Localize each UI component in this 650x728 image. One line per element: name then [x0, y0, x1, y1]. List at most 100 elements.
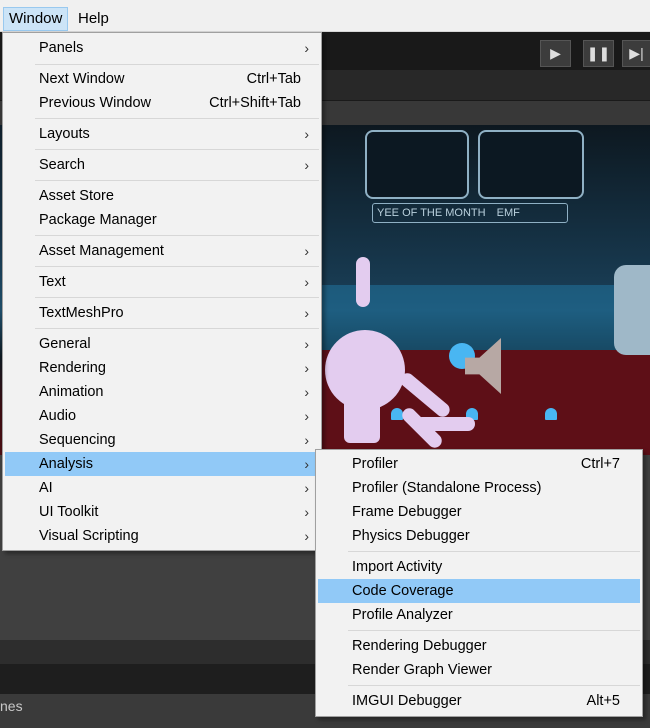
menu-item-textmeshpro[interactable]: TextMeshPro › — [5, 301, 319, 325]
scene-right-panel — [614, 265, 650, 355]
menu-item-analysis[interactable]: Analysis › — [5, 452, 319, 476]
menu-separator — [35, 235, 319, 236]
window-menu: Panels › Next Window Ctrl+Tab Previous Win… — [2, 32, 322, 551]
menu-item-label: UI Toolkit — [39, 504, 99, 520]
menu-item-label: Visual Scripting — [39, 528, 139, 544]
menu-item-search[interactable]: Search › — [5, 153, 319, 177]
menu-item-rendering[interactable]: Rendering › — [5, 356, 319, 380]
menu-item-label: Profiler (Standalone Process) — [352, 480, 542, 496]
menu-item-audio[interactable]: Audio › — [5, 404, 319, 428]
menu-item-label: AI — [39, 480, 53, 496]
chevron-right-icon: › — [304, 336, 309, 352]
wall-sign: YEE OF THE MONTH EMF — [372, 203, 568, 223]
menu-help[interactable]: Help — [73, 8, 114, 30]
menu-item-label: Frame Debugger — [352, 504, 462, 520]
pause-icon[interactable]: ❚❚ — [583, 40, 614, 67]
menu-item-label: Animation — [39, 384, 104, 400]
menu-separator — [35, 64, 319, 65]
chevron-right-icon: › — [304, 40, 309, 56]
menu-item-ui-toolkit[interactable]: UI Toolkit › — [5, 500, 319, 524]
menu-item-label: TextMeshPro — [39, 305, 124, 321]
chevron-right-icon: › — [304, 384, 309, 400]
menu-item-label: Render Graph Viewer — [352, 662, 492, 678]
menu-item-previous-window[interactable]: Previous Window Ctrl+Shift+Tab — [5, 91, 319, 115]
chevron-right-icon: › — [304, 432, 309, 448]
step-icon[interactable]: ▶| — [622, 40, 650, 67]
chevron-right-icon: › — [304, 305, 309, 321]
menu-item-animation[interactable]: Animation › — [5, 380, 319, 404]
chevron-right-icon: › — [304, 274, 309, 290]
menu-item-label: Rendering Debugger — [352, 638, 487, 654]
menu-item-label: Search — [39, 157, 85, 173]
menu-item-label: IMGUI Debugger — [352, 693, 462, 709]
menu-item-text[interactable]: Text › — [5, 270, 319, 294]
chevron-right-icon: › — [304, 456, 309, 472]
menu-item-label: Panels — [39, 40, 84, 56]
menu-item-shortcut: Alt+5 — [586, 693, 620, 709]
menu-item-label: Asset Management — [39, 243, 164, 259]
menu-separator — [348, 630, 640, 631]
light-probe-icon[interactable] — [545, 408, 557, 420]
wall-sign-text-2: EMF — [496, 207, 520, 219]
chevron-right-icon: › — [304, 528, 309, 544]
chevron-right-icon: › — [304, 480, 309, 496]
menu-item-frame-debugger[interactable]: Frame Debugger — [318, 500, 640, 524]
menu-separator — [35, 297, 319, 298]
menu-item-label: Text — [39, 274, 66, 290]
menu-item-profiler-standalone[interactable]: Profiler (Standalone Process) — [318, 476, 640, 500]
wall-screen-chart — [365, 130, 469, 199]
menu-item-layouts[interactable]: Layouts › — [5, 122, 319, 146]
menu-separator — [35, 266, 319, 267]
chevron-right-icon: › — [304, 360, 309, 376]
menu-item-label: Next Window — [39, 71, 125, 87]
chevron-right-icon: › — [304, 408, 309, 424]
menu-item-asset-management[interactable]: Asset Management › — [5, 239, 319, 263]
menu-item-code-coverage[interactable]: Code Coverage — [318, 579, 640, 603]
menu-item-asset-store[interactable]: Asset Store — [5, 184, 319, 208]
menu-separator — [348, 685, 640, 686]
menu-item-next-window[interactable]: Next Window Ctrl+Tab — [5, 67, 319, 91]
menu-item-label: Profiler — [352, 456, 398, 472]
menu-item-label: Sequencing — [39, 432, 116, 448]
light-gizmo-base — [344, 395, 380, 443]
menu-item-label: Import Activity — [352, 559, 443, 575]
menu-item-panels[interactable]: Panels › — [5, 36, 319, 60]
menu-item-physics-debugger[interactable]: Physics Debugger — [318, 524, 640, 548]
menu-item-profile-analyzer[interactable]: Profile Analyzer — [318, 603, 640, 627]
chevron-right-icon: › — [304, 504, 309, 520]
menu-item-general[interactable]: General › — [5, 332, 319, 356]
menu-item-profiler[interactable]: Profiler Ctrl+7 — [318, 452, 640, 476]
menu-item-import-activity[interactable]: Import Activity — [318, 555, 640, 579]
bottom-panel-label: nes — [0, 698, 23, 714]
menu-item-label: Package Manager — [39, 212, 157, 228]
chevron-right-icon: › — [304, 126, 309, 142]
menu-separator — [35, 118, 319, 119]
chevron-right-icon: › — [304, 243, 309, 259]
play-icon[interactable]: ▶ — [540, 40, 571, 67]
menu-item-label: Layouts — [39, 126, 90, 142]
wall-screen-portrait — [478, 130, 584, 199]
menu-item-package-manager[interactable]: Package Manager — [5, 208, 319, 232]
menu-separator — [348, 551, 640, 552]
menu-item-label: Physics Debugger — [352, 528, 470, 544]
analysis-submenu: Profiler Ctrl+7 Profiler (Standalone Proc… — [315, 449, 643, 717]
menu-item-sequencing[interactable]: Sequencing › — [5, 428, 319, 452]
menu-item-label: Analysis — [39, 456, 93, 472]
menu-item-shortcut: Ctrl+Tab — [246, 71, 301, 87]
menu-item-imgui-debugger[interactable]: IMGUI Debugger Alt+5 — [318, 689, 640, 713]
menu-item-label: General — [39, 336, 91, 352]
menu-item-visual-scripting[interactable]: Visual Scripting › — [5, 524, 319, 548]
menu-item-render-graph-viewer[interactable]: Render Graph Viewer — [318, 658, 640, 682]
menubar: Window Help — [0, 0, 650, 32]
menu-item-label: Asset Store — [39, 188, 114, 204]
menu-item-label: Audio — [39, 408, 77, 424]
menu-item-label: Rendering — [39, 360, 106, 376]
menu-window[interactable]: Window — [3, 7, 69, 31]
menu-item-shortcut: Ctrl+Shift+Tab — [209, 95, 301, 111]
menu-separator — [35, 149, 319, 150]
menu-item-rendering-debugger[interactable]: Rendering Debugger — [318, 634, 640, 658]
wall-sign-text: YEE OF THE MONTH — [377, 207, 486, 219]
menu-item-shortcut: Ctrl+7 — [580, 456, 620, 472]
menu-item-ai[interactable]: AI › — [5, 476, 319, 500]
menu-separator — [35, 328, 319, 329]
